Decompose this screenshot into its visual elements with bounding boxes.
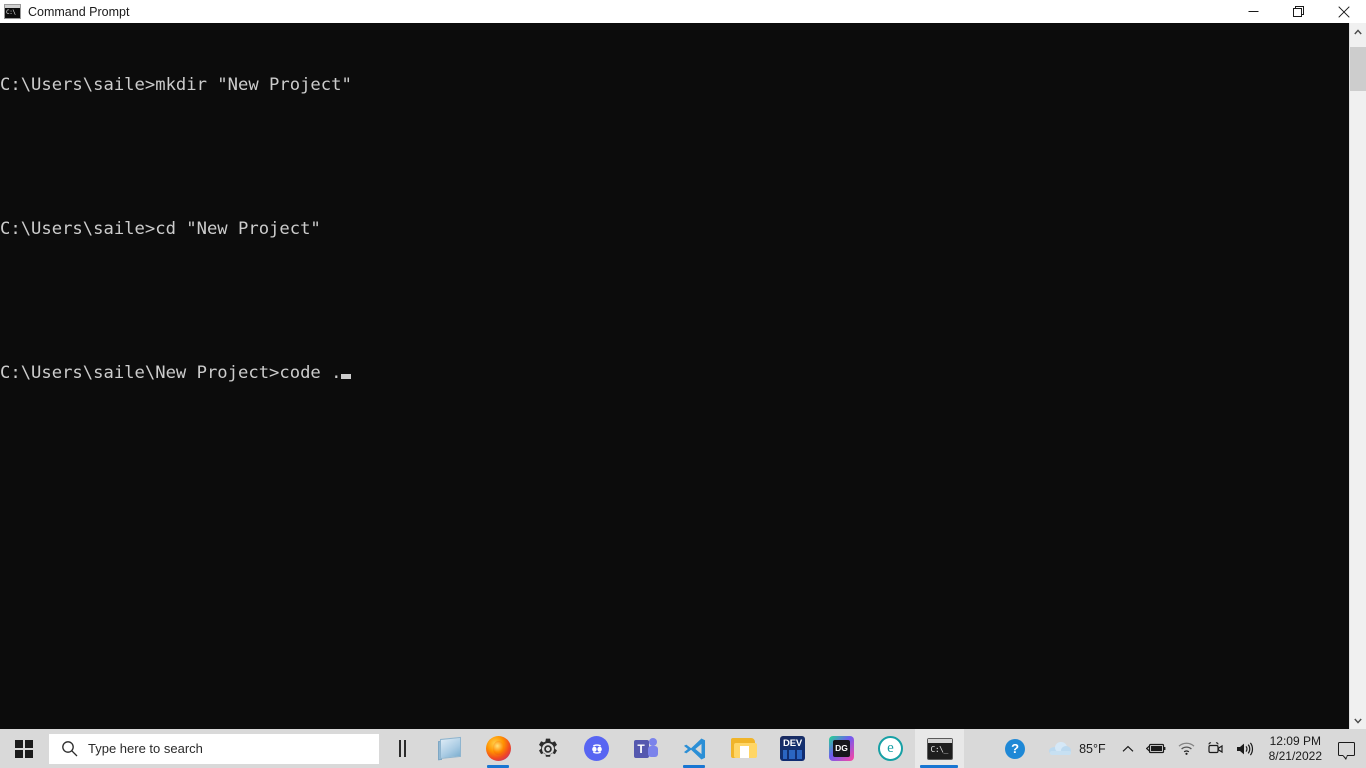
start-button[interactable] — [0, 729, 48, 768]
battery-button[interactable] — [1140, 729, 1172, 768]
taskbar-app-vscode[interactable] — [670, 729, 719, 768]
chevron-up-icon — [1122, 745, 1134, 752]
chevron-up-icon — [1354, 28, 1362, 34]
terminal-line: C:\Users\saile>cd "New Project" — [0, 219, 321, 239]
edge-icon: e — [878, 736, 904, 762]
taskbar-app-discord[interactable] — [572, 729, 621, 768]
minimize-icon — [1248, 11, 1259, 12]
datagrip-icon: DG — [829, 736, 855, 762]
taskbar-app-teams[interactable]: T — [621, 729, 670, 768]
taskbar-app-command-prompt[interactable]: C:\_ — [915, 729, 964, 768]
taskbar-app-datagrip[interactable]: DG — [817, 729, 866, 768]
camera-button[interactable] — [1201, 729, 1230, 768]
teams-icon: T — [633, 736, 659, 762]
task-view-icon — [398, 740, 406, 757]
camera-icon — [1208, 741, 1223, 753]
show-hidden-icons-button[interactable] — [1116, 729, 1140, 768]
clock-button[interactable]: 12:09 PM 8/21/2022 — [1260, 729, 1331, 768]
window-controls — [1231, 0, 1366, 23]
command-prompt-window: C:\ Command Prompt C:\Users\saile>mkdir … — [0, 0, 1366, 729]
vscode-glyph — [683, 737, 706, 760]
discord-glyph — [591, 743, 602, 754]
windows-logo-icon — [15, 739, 33, 758]
help-button[interactable]: ? — [995, 729, 1035, 768]
firefox-icon — [486, 736, 512, 762]
system-tray: ? 85°F 12:09 PM 8/21/2022 — [995, 729, 1366, 768]
desktop-screen: C:\ Command Prompt C:\Users\saile>mkdir … — [0, 0, 1366, 768]
taskbar-app-sticky-notes[interactable] — [425, 729, 474, 768]
taskbar-app-file-explorer[interactable] — [719, 729, 768, 768]
speaker-icon — [1236, 742, 1253, 755]
search-icon — [50, 740, 88, 757]
minimize-button[interactable] — [1231, 0, 1276, 23]
cmd-icon-glyph: C:\ — [6, 9, 16, 16]
weather-temperature: 85°F — [1079, 741, 1106, 756]
gear-glyph — [538, 738, 557, 757]
terminal-lines: C:\Users\saile>mkdir "New Project" C:\Us… — [0, 23, 1349, 433]
task-view-button[interactable] — [379, 729, 425, 768]
scrollbar-thumb[interactable] — [1350, 47, 1366, 91]
terminal-line-with-cursor: C:\Users\saile\New Project>code . — [0, 361, 1349, 385]
cmd-console-icon: C:\ — [4, 4, 21, 19]
command-prompt-icon: C:\_ — [926, 736, 953, 762]
taskbar-app-visual-studio[interactable]: DEV — [768, 729, 817, 768]
close-button[interactable] — [1321, 0, 1366, 23]
terminal-line: C:\Users\saile>mkdir "New Project" — [0, 75, 352, 95]
scrollbar-up-button[interactable] — [1350, 23, 1366, 40]
gear-icon — [535, 736, 561, 762]
text-cursor — [341, 374, 352, 379]
taskbar: Type here to search T DEV DG e C:\_ ? 85… — [0, 729, 1366, 768]
search-input[interactable]: Type here to search — [49, 733, 379, 764]
visual-studio-icon: DEV — [780, 736, 806, 762]
notifications-button[interactable] — [1331, 729, 1366, 768]
terminal-line: C:\Users\saile\New Project>code . — [0, 363, 342, 383]
help-icon: ? — [1005, 738, 1026, 759]
taskbar-app-edge[interactable]: e — [866, 729, 915, 768]
sticky-notes-icon — [437, 736, 463, 762]
file-explorer-icon — [730, 736, 757, 762]
volume-button[interactable] — [1230, 729, 1260, 768]
weather-widget[interactable]: 85°F — [1035, 742, 1116, 756]
search-glyph — [61, 741, 77, 757]
vscode-icon — [682, 736, 708, 762]
terminal-output-area[interactable]: C:\Users\saile>mkdir "New Project" C:\Us… — [0, 23, 1349, 729]
close-icon — [1337, 5, 1350, 18]
network-button[interactable] — [1172, 729, 1201, 768]
window-titlebar[interactable]: C:\ Command Prompt — [0, 0, 1366, 24]
taskbar-app-buttons: T DEV DG e C:\_ — [425, 729, 964, 768]
maximize-button[interactable] — [1276, 0, 1321, 23]
chevron-down-icon — [1354, 718, 1362, 724]
taskbar-app-settings[interactable] — [523, 729, 572, 768]
battery-charging-icon — [1145, 743, 1166, 754]
window-title: Command Prompt — [28, 4, 130, 19]
clock-date: 8/21/2022 — [1268, 748, 1322, 763]
search-placeholder: Type here to search — [88, 741, 203, 756]
notification-icon — [1338, 741, 1355, 760]
restore-icon — [1292, 5, 1304, 17]
wifi-icon — [1178, 742, 1195, 755]
terminal-scrollbar[interactable] — [1349, 23, 1366, 729]
discord-icon — [584, 736, 610, 762]
clock-time: 12:09 PM — [1269, 733, 1321, 748]
taskbar-app-firefox[interactable] — [474, 729, 523, 768]
scrollbar-down-button[interactable] — [1350, 712, 1366, 729]
cloud-icon — [1049, 742, 1072, 755]
